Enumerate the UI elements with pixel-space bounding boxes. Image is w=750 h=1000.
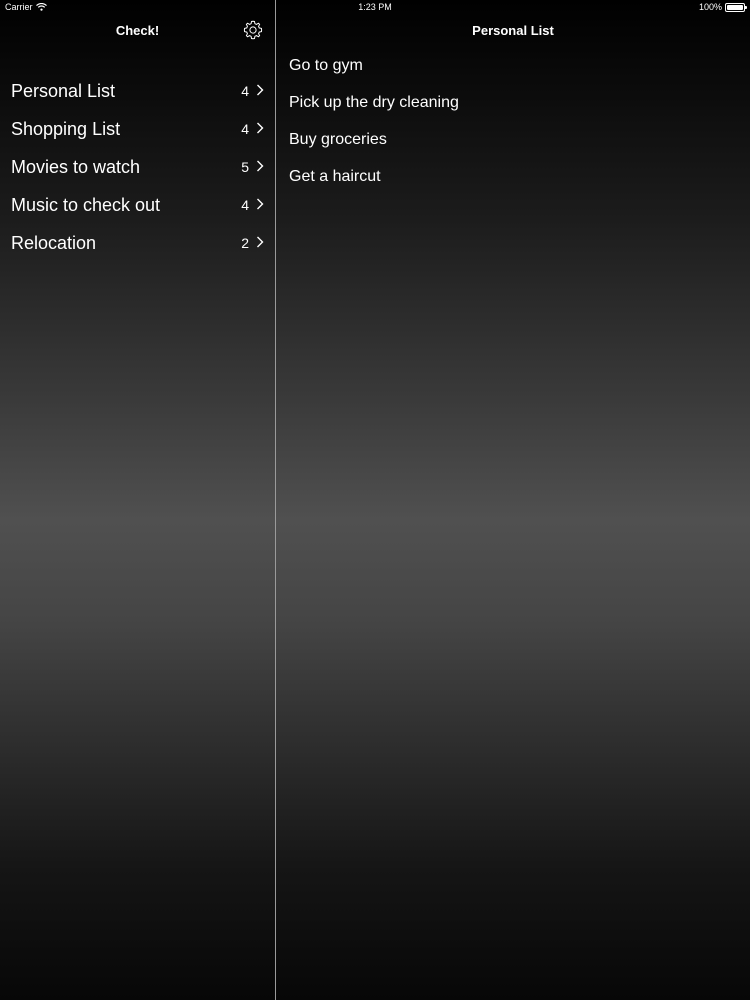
chevron-right-icon — [257, 122, 264, 134]
list-row-personal[interactable]: Personal List 4 — [0, 72, 275, 110]
list-row-count: 2 — [241, 235, 249, 251]
list-row-count: 5 — [241, 159, 249, 175]
detail-title: Personal List — [472, 23, 554, 38]
list-row-count: 4 — [241, 121, 249, 137]
task-item[interactable]: Go to gym — [289, 47, 459, 84]
chevron-right-icon — [257, 84, 264, 96]
ipad-screen: Carrier 1:23 PM 100% Check! Personal Lis… — [0, 0, 750, 1000]
list-row-label: Movies to watch — [11, 156, 141, 177]
tasks-list: Go to gym Pick up the dry cleaning Buy g… — [289, 47, 459, 195]
task-item[interactable]: Pick up the dry cleaning — [289, 84, 459, 121]
master-pane: Check! Personal List 4 Shopping List 4 M… — [0, 0, 275, 1000]
master-title: Check! — [115, 23, 160, 38]
task-item[interactable]: Get a haircut — [289, 158, 459, 195]
list-row-relocation[interactable]: Relocation 2 — [0, 224, 275, 262]
list-row-label: Shopping List — [11, 118, 121, 139]
detail-pane: Personal List Go to gym Pick up the dry … — [276, 0, 750, 1000]
list-row-shopping[interactable]: Shopping List 4 — [0, 110, 275, 148]
list-row-label: Music to check out — [11, 194, 161, 215]
list-row-movies[interactable]: Movies to watch 5 — [0, 148, 275, 186]
lists-table: Personal List 4 Shopping List 4 Movies t… — [0, 72, 275, 262]
list-row-label: Relocation — [11, 232, 97, 253]
gear-icon[interactable] — [242, 19, 264, 41]
chevron-right-icon — [257, 160, 264, 172]
list-row-count: 4 — [241, 197, 249, 213]
chevron-right-icon — [257, 198, 264, 210]
list-row-music[interactable]: Music to check out 4 — [0, 186, 275, 224]
list-row-count: 4 — [241, 83, 249, 99]
chevron-right-icon — [257, 236, 264, 248]
list-row-label: Personal List — [11, 80, 116, 101]
task-item[interactable]: Buy groceries — [289, 121, 459, 158]
